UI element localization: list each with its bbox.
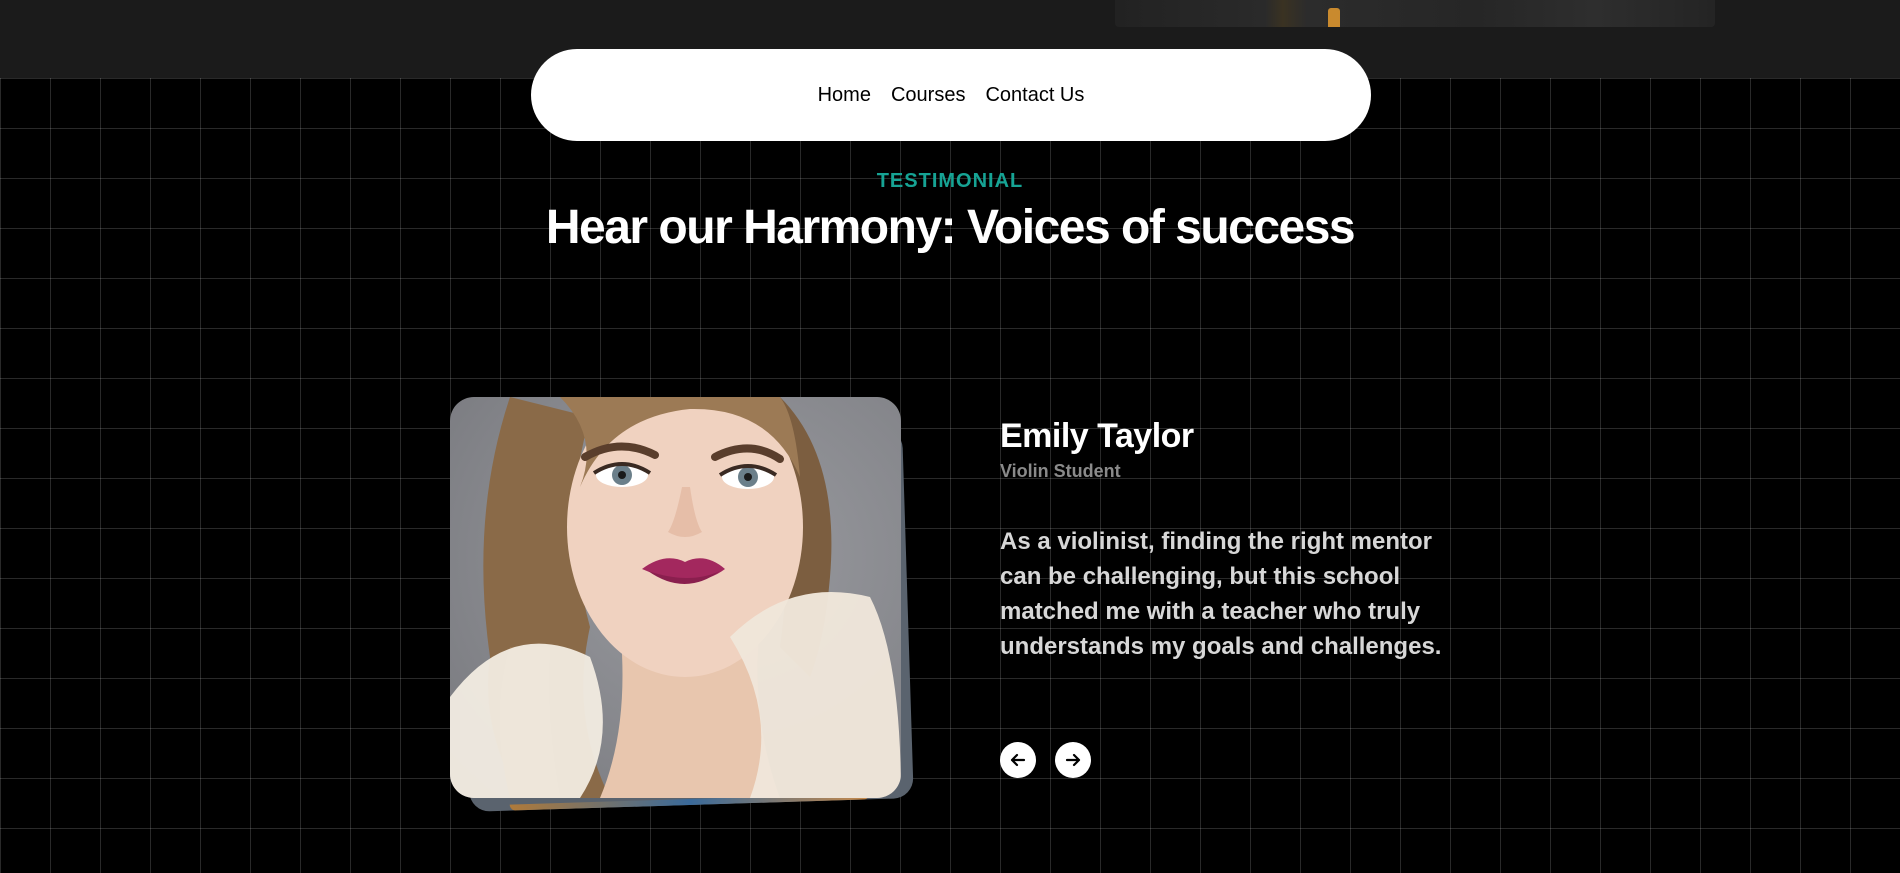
portrait-illustration [450,397,901,798]
next-testimonial-button[interactable] [1055,742,1091,778]
testimonial-quote: As a violinist, finding the right mentor… [1000,528,1442,660]
section-eyebrow: TESTIMONIAL [876,170,1024,192]
testimonial-role: Violin Student [1000,461,1121,481]
arrow-left-icon [1010,753,1026,767]
section-headline: Hear our Harmony: Voices of success [545,201,1356,254]
header-image-accent [1328,8,1340,27]
testimonial-photo-stack [450,397,914,812]
testimonial-name: Emily Taylor [1000,417,1194,455]
main-nav: Home Courses Contact Us [531,49,1371,141]
testimonial-photo [450,397,901,798]
arrow-right-icon [1065,753,1081,767]
nav-home-link[interactable]: Home [818,84,871,107]
previous-testimonial-button[interactable] [1000,742,1036,778]
page: Home Courses Contact Us TESTIMONIAL Hear… [0,0,1900,873]
nav-contact-link[interactable]: Contact Us [985,84,1084,107]
header-image-strip [1115,0,1715,27]
nav-courses-link[interactable]: Courses [891,84,965,107]
